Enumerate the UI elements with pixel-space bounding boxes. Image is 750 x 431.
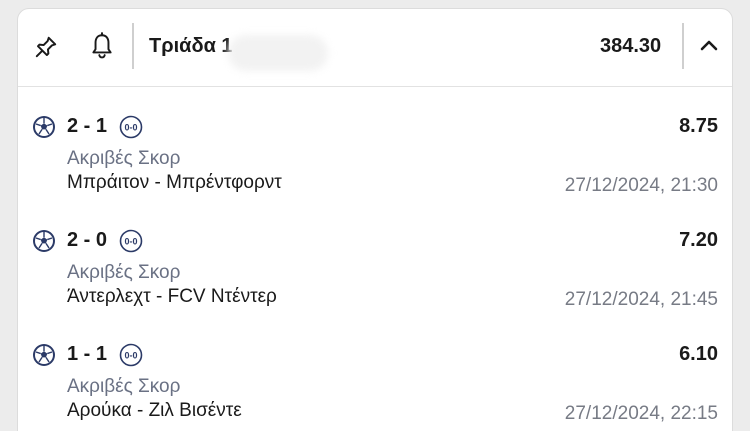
halftime-score-icon: 0-0: [119, 229, 143, 253]
match-datetime: 27/12/2024, 21:30: [564, 175, 718, 196]
header-divider: [682, 23, 684, 69]
soccer-ball-icon: [32, 343, 56, 367]
chevron-up-icon[interactable]: [698, 35, 720, 57]
soccer-ball-icon: [32, 115, 56, 139]
bet-slip-header: Τριάδα 1 384.30: [18, 9, 732, 87]
selection-row[interactable]: 1 - 1 0-0 6.10 Ακριβές Σκορ Αρούκα - Ζιλ…: [18, 333, 732, 431]
predicted-score: 2 - 0: [67, 229, 108, 251]
selection-odds: 8.75: [679, 115, 718, 137]
selection-odds: 7.20: [679, 229, 718, 251]
redaction-blur: [228, 35, 328, 71]
total-odds: 384.30: [600, 35, 662, 57]
bell-icon[interactable]: [88, 31, 116, 61]
selection-row[interactable]: 2 - 1 0-0 8.75 Ακριβές Σκορ Μπράιτον - Μ…: [18, 105, 732, 219]
selection-odds: 6.10: [679, 343, 718, 365]
bet-slip-card: Τριάδα 1 384.30 2 - 1 0-0 8.75 Ακριβές Σ…: [17, 8, 733, 431]
pin-icon[interactable]: [32, 33, 60, 61]
halftime-score-icon: 0-0: [119, 343, 143, 367]
halftime-score: 0-0: [124, 237, 137, 247]
market-name: Ακριβές Σκορ: [67, 376, 181, 397]
predicted-score: 1 - 1: [67, 343, 108, 365]
market-name: Ακριβές Σκορ: [67, 262, 181, 283]
soccer-ball-icon: [32, 229, 56, 253]
header-divider: [132, 23, 134, 69]
match-datetime: 27/12/2024, 21:45: [564, 289, 718, 310]
halftime-score: 0-0: [124, 123, 137, 133]
match-name: Άντερλεχτ - FCV Ντέντερ: [67, 286, 277, 307]
bet-slip-title: Τριάδα 1: [149, 35, 233, 57]
selection-row[interactable]: 2 - 0 0-0 7.20 Ακριβές Σκορ Άντερλεχτ - …: [18, 219, 732, 333]
halftime-score-icon: 0-0: [119, 115, 143, 139]
match-datetime: 27/12/2024, 22:15: [564, 403, 718, 424]
match-name: Μπράιτον - Μπρέντφορντ: [67, 172, 282, 193]
predicted-score: 2 - 1: [67, 115, 108, 137]
match-name: Αρούκα - Ζιλ Βισέντε: [67, 400, 242, 421]
market-name: Ακριβές Σκορ: [67, 148, 181, 169]
halftime-score: 0-0: [124, 351, 137, 361]
